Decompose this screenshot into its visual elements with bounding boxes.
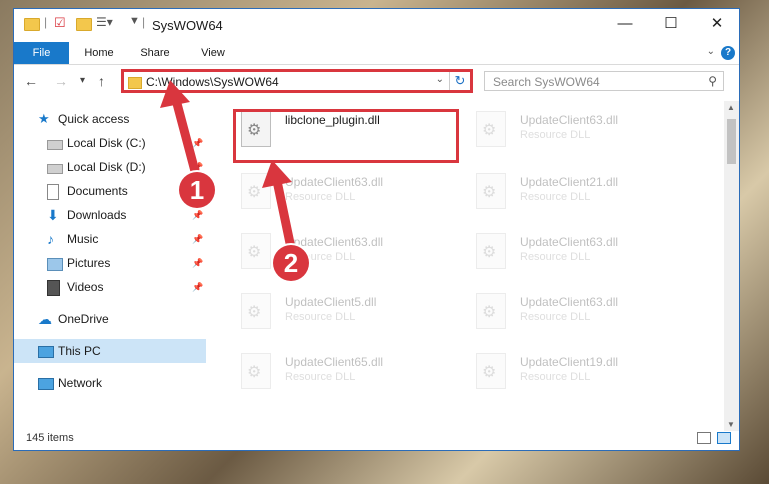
step-1-badge: 1 <box>179 172 215 208</box>
arrow-2 <box>271 171 296 253</box>
arrow-1 <box>170 91 201 180</box>
annotation-arrows <box>160 80 296 253</box>
arrow-1-head <box>160 80 190 108</box>
arrow-2-head <box>262 160 292 188</box>
step-2-badge: 2 <box>273 245 309 281</box>
